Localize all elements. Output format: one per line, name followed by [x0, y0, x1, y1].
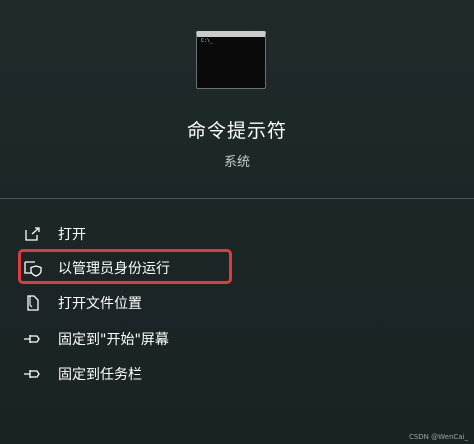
cmd-window-icon: C:\_	[196, 31, 266, 89]
menu-item-open-file-location[interactable]: 打开文件位置	[22, 288, 232, 318]
watermark: CSDN @WenCai_	[408, 433, 468, 441]
file-location-icon	[22, 292, 44, 314]
menu-item-label: 打开文件位置	[58, 296, 142, 312]
app-header: C:\_ 命令提示符 系统	[0, 0, 474, 196]
prompt-text: C:\_	[201, 38, 214, 44]
open-external-icon	[22, 223, 44, 245]
pin-icon	[22, 328, 44, 350]
menu-item-label: 以管理员身份运行	[58, 261, 170, 277]
menu-item-open[interactable]: 打开	[22, 219, 232, 249]
menu-item-label: 固定到任务栏	[58, 367, 142, 383]
app-title: 命令提示符	[186, 120, 287, 142]
menu-item-label: 固定到"开始"屏幕	[58, 332, 169, 348]
menu-item-pin-start[interactable]: 固定到"开始"屏幕	[22, 324, 232, 354]
menu-item-label: 打开	[58, 227, 86, 243]
app-category: 系统	[223, 155, 250, 170]
start-menu-context-panel: C:\_ 命令提示符 系统 打开 以管理员身份运行 打开文件位置 固定到"开始"…	[0, 0, 474, 444]
pin-icon	[22, 363, 44, 385]
divider	[0, 198, 474, 199]
menu-item-pin-taskbar[interactable]: 固定到任务栏	[22, 359, 232, 389]
shield-admin-icon	[22, 257, 44, 279]
menu-item-run-as-admin[interactable]: 以管理员身份运行	[22, 253, 232, 283]
